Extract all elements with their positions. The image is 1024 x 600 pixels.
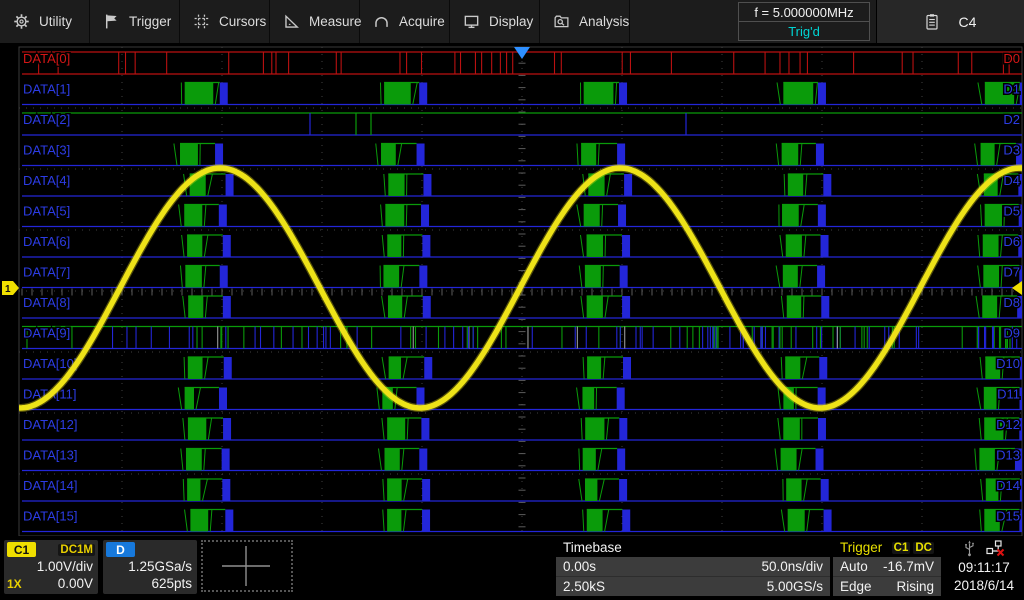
clock-date: 2018/6/14	[954, 578, 1014, 593]
digital-label-left-0[interactable]: DATA[0]	[23, 51, 70, 66]
timebase-sample-rate: 5.00GS/s	[767, 579, 823, 594]
digital-label-left-8[interactable]: DATA[8]	[23, 295, 70, 310]
digital-label-left-4[interactable]: DATA[4]	[23, 173, 70, 188]
timebase-delay: 0.00s	[563, 559, 596, 574]
trigger-level-marker[interactable]	[1012, 281, 1022, 295]
digital-label-left-14[interactable]: DATA[14]	[23, 478, 77, 493]
waveform-display[interactable]: DATA[0]D0DATA[1]D1DATA[2]D2DATA[3]D3DATA…	[0, 0, 1024, 600]
trigger-level: -16.7mV	[883, 559, 934, 574]
timebase-scale: 50.0ns/div	[761, 559, 823, 574]
digital-label-left-13[interactable]: DATA[13]	[23, 448, 77, 463]
digital-label-left-9[interactable]: DATA[9]	[23, 326, 70, 341]
digital-label-left-7[interactable]: DATA[7]	[23, 265, 70, 280]
timebase-descriptor[interactable]: Timebase 0.00s 50.0ns/div 2.50kS 5.00GS/…	[556, 538, 830, 596]
channel-1-position-marker[interactable]: 1	[2, 281, 19, 295]
digital-label-right-15[interactable]: D15	[996, 509, 1020, 524]
svg-text:1: 1	[5, 284, 11, 295]
digital-label-left-3[interactable]: DATA[3]	[23, 143, 70, 158]
channel-c1-descriptor[interactable]: C1 DC1M 1.00V/div 1X 0.00V	[4, 540, 98, 594]
plus-icon	[208, 543, 286, 589]
c1-scale: 1.00V/div	[37, 559, 93, 574]
digital-points: 625pts	[151, 576, 192, 591]
digital-sample-rate: 1.25GSa/s	[128, 559, 192, 574]
clock-time: 09:11:17	[958, 560, 1010, 575]
usb-icon	[963, 540, 976, 557]
digital-label-right-6[interactable]: D6	[1003, 234, 1020, 249]
digital-label-right-1[interactable]: D1	[1003, 82, 1020, 97]
trigger-source-badge: C1	[892, 542, 911, 554]
digital-label-right-10[interactable]: D10	[996, 356, 1020, 371]
status-bar: C1 DC1M 1.00V/div 1X 0.00V D 1.25GSa/s 6…	[0, 536, 1024, 600]
digital-channel-trace-3	[22, 144, 1024, 166]
trigger-title: Trigger	[840, 540, 882, 555]
digital-label-right-7[interactable]: D7	[1003, 265, 1020, 280]
lan-disconnected-icon	[986, 540, 1005, 557]
digital-label-right-0[interactable]: D0	[1003, 51, 1020, 66]
digital-label-right-13[interactable]: D13	[996, 448, 1020, 463]
digital-channel-trace-5	[22, 205, 1024, 227]
trigger-slope: Rising	[896, 579, 934, 594]
digital-label-right-2[interactable]: D2	[1003, 112, 1020, 127]
digital-label-left-5[interactable]: DATA[5]	[23, 204, 70, 219]
digital-label-right-14[interactable]: D14	[996, 478, 1020, 493]
digital-descriptor[interactable]: D 1.25GSa/s 625pts	[103, 540, 197, 594]
trigger-position-marker[interactable]	[514, 47, 530, 59]
c1-probe-attenuation: 1X	[7, 577, 22, 591]
digital-label-right-5[interactable]: D5	[1003, 204, 1020, 219]
c1-offset: 0.00V	[58, 576, 93, 591]
digital-label-left-6[interactable]: DATA[6]	[23, 234, 70, 249]
digital-label-right-12[interactable]: D12	[996, 417, 1020, 432]
c1-tab: C1	[7, 542, 36, 557]
digital-tab: D	[106, 542, 135, 557]
digital-label-left-12[interactable]: DATA[12]	[23, 417, 77, 432]
digital-label-left-1[interactable]: DATA[1]	[23, 82, 70, 97]
system-status: 09:11:17 2018/6/14	[944, 538, 1024, 596]
digital-label-right-9[interactable]: D9	[1003, 326, 1020, 341]
digital-label-right-8[interactable]: D8	[1003, 295, 1020, 310]
digital-channel-trace-11	[22, 388, 1024, 410]
digital-channel-trace-1	[22, 83, 1024, 105]
add-channel-placeholder[interactable]	[201, 540, 293, 592]
trigger-descriptor[interactable]: Trigger C1 DC Auto -16.7mV Edge Rising	[833, 538, 941, 596]
digital-label-left-2[interactable]: DATA[2]	[23, 112, 70, 127]
digital-channel-trace-9	[22, 327, 1022, 349]
digital-label-right-3[interactable]: D3	[1003, 143, 1020, 158]
timebase-title: Timebase	[563, 540, 622, 555]
timebase-samples: 2.50kS	[563, 579, 605, 594]
trigger-mode: Auto	[840, 559, 868, 574]
trigger-type: Edge	[840, 579, 872, 594]
digital-label-right-11[interactable]: D11	[997, 387, 1020, 402]
trigger-coupling-badge: DC	[913, 542, 934, 554]
digital-label-left-15[interactable]: DATA[15]	[23, 509, 77, 524]
digital-channel-trace-15	[22, 510, 1024, 532]
c1-coupling-badge: DC1M	[58, 544, 95, 556]
oscilloscope-screen: Utility Trigger Cursors Measure	[0, 0, 1024, 600]
